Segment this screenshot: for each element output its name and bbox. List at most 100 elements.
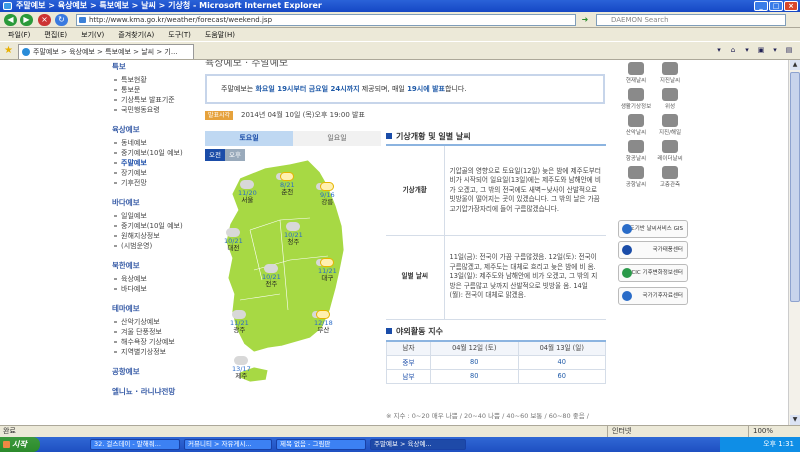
city-weather-marker[interactable]: 13/17 제주	[232, 356, 251, 380]
nav-section-heading[interactable]: 북한예보	[112, 260, 192, 271]
banner-bold-time: 19시에 발표	[407, 85, 446, 93]
city-weather-marker[interactable]: 11/20 서울	[238, 180, 257, 204]
scroll-thumb[interactable]	[790, 72, 800, 302]
quick-link-label: 지진/해일	[658, 130, 682, 136]
print-icon[interactable]: ▣	[756, 45, 766, 56]
nav-item[interactable]: 기상특보 발표기준	[112, 95, 192, 105]
city-weather-marker[interactable]: 8/21 춘천	[280, 172, 295, 196]
quick-link[interactable]: 공항날씨	[620, 166, 652, 188]
banner-text-pre: 주말예보는	[221, 85, 256, 93]
promo-button[interactable]: 지도기반 날씨서비스 GIS Service	[618, 220, 688, 248]
nav-item[interactable]: 지역별기상정보	[112, 347, 192, 357]
city-weather-marker[interactable]: 11/21 대구	[318, 258, 337, 282]
nav-item[interactable]: 동네예보	[112, 138, 192, 148]
quick-link-label: 공항날씨	[625, 182, 647, 188]
nav-section-heading[interactable]: 공항예보	[112, 366, 192, 377]
quick-link[interactable]: 생활기상정보	[620, 88, 652, 110]
nav-item[interactable]: 특보현황	[112, 75, 192, 85]
city-weather-marker[interactable]: 10/21 청주	[284, 222, 303, 246]
back-arrow-icon[interactable]: ◀	[4, 14, 17, 26]
promo-button[interactable]: CCIC 기후변화정보센터	[618, 264, 688, 282]
nav-item[interactable]: 장기예보	[112, 168, 192, 178]
city-weather-marker[interactable]: 11/21 광주	[230, 310, 249, 334]
nav-section-heading[interactable]: 테마예보	[112, 303, 192, 314]
city-weather-marker[interactable]: 9/16 강릉	[320, 182, 335, 206]
promo-button[interactable]: 국가태풍센터	[618, 241, 688, 259]
quick-link[interactable]: 현재날씨	[620, 62, 652, 84]
scroll-up-icon[interactable]: ▲	[790, 60, 800, 70]
quick-link[interactable]: 레이더날씨	[654, 140, 686, 162]
tab-sunday[interactable]: 일요일	[293, 131, 381, 146]
promo-button[interactable]: 국가기후자료센터	[618, 287, 688, 305]
print-dropdown-icon[interactable]: ▾	[770, 45, 780, 56]
taskbar-task-paint[interactable]: 제목 없음 - 그림판	[276, 439, 366, 450]
nav-section-heading[interactable]: 육상예보	[112, 124, 192, 135]
stop-icon[interactable]: ×	[38, 14, 51, 26]
favorites-star-icon[interactable]: ★	[4, 45, 13, 56]
forward-arrow-icon[interactable]: ▶	[20, 14, 33, 26]
menu-view[interactable]: 보기(V)	[81, 30, 104, 40]
nav-item[interactable]: 국민행동요령	[112, 105, 192, 115]
weather-service-icon	[662, 114, 678, 127]
city-weather-marker[interactable]: 10/21 대전	[224, 228, 243, 252]
menu-tools[interactable]: 도구(T)	[168, 30, 191, 40]
tab-current[interactable]: 주말예보 > 육상예보 > 특보예보 > 날씨 > 기...	[18, 44, 194, 59]
refresh-icon[interactable]: ↻	[55, 14, 68, 26]
menu-help[interactable]: 도움말(H)	[205, 30, 235, 40]
quick-link[interactable]: 위성	[654, 88, 686, 110]
nav-item[interactable]: 통보문	[112, 85, 192, 95]
zone-name: 중부	[386, 354, 431, 370]
tab-saturday[interactable]: 토요일	[205, 131, 293, 146]
nav-item[interactable]: 겨울 단풍정보	[112, 327, 192, 337]
taskbar-task-music[interactable]: 32. 걸스데이 - 말해줘...	[90, 439, 180, 450]
search-input[interactable]: DAEMON Search	[596, 14, 786, 26]
index-value: 80	[430, 368, 519, 384]
quick-link[interactable]: 지진/해일	[654, 114, 686, 136]
nav-item[interactable]: 원해지상정보	[112, 231, 192, 241]
quick-link[interactable]: 지진날씨	[654, 62, 686, 84]
window-controls: _ □ ×	[754, 1, 798, 11]
nav-item[interactable]: 중기예보(10일 예보)	[112, 221, 192, 231]
nav-item[interactable]: 중기예보(10일 예보)	[112, 148, 192, 158]
nav-item[interactable]: 해수욕장 기상예보	[112, 337, 192, 347]
address-input[interactable]: http://www.kma.go.kr/weather/forecast/we…	[76, 14, 576, 26]
home-icon[interactable]: ⌂	[728, 45, 738, 56]
nav-section-heading[interactable]: 바다예보	[112, 197, 192, 208]
page-menu-icon[interactable]: ▤	[784, 45, 794, 56]
maximize-button[interactable]: □	[769, 1, 783, 11]
vertical-scrollbar[interactable]: ▲ ▼	[788, 60, 800, 425]
zoom-level[interactable]: 100%	[748, 426, 773, 437]
taskbar-task-ie[interactable]: 주말예보 > 육상예...	[370, 439, 466, 450]
nav-item[interactable]: 일일예보	[112, 211, 192, 221]
status-bar: 완료 인터넷 100%	[0, 425, 800, 437]
start-button[interactable]: 시작	[0, 437, 40, 452]
city-name: 춘천	[281, 188, 294, 196]
taskbar-task-community[interactable]: 커뮤니티 > 자유게시...	[184, 439, 272, 450]
home-dropdown-icon[interactable]: ▾	[714, 45, 724, 56]
nav-item[interactable]: 육상예보	[112, 274, 192, 284]
quick-link[interactable]: 산악날씨	[620, 114, 652, 136]
nav-section-heading[interactable]: 엘니뇨 · 라니냐전망	[112, 386, 192, 397]
menu-file[interactable]: 파일(F)	[8, 30, 30, 40]
window-title: 주말예보 > 육상예보 > 특보예보 > 날씨 > 기상청 - Microsof…	[16, 1, 322, 10]
nav-item[interactable]: 산악기상예보	[112, 317, 192, 327]
ie-logo-icon	[3, 2, 12, 10]
nav-item[interactable]: 주말예보	[112, 158, 192, 168]
minimize-button[interactable]: _	[754, 1, 768, 11]
feeds-dropdown-icon[interactable]: ▾	[742, 45, 752, 56]
nav-item[interactable]: (시범운영)	[112, 241, 192, 251]
quick-link[interactable]: 항공날씨	[620, 140, 652, 162]
promo-logo-icon	[622, 224, 632, 234]
menu-edit[interactable]: 편집(E)	[44, 30, 67, 40]
nav-item[interactable]: 바다예보	[112, 284, 192, 294]
city-weather-marker[interactable]: 12/18 부산	[314, 310, 333, 334]
quick-link[interactable]: 고층관측	[654, 166, 686, 188]
scroll-down-icon[interactable]: ▼	[790, 415, 800, 425]
menu-favorites[interactable]: 즐겨찾기(A)	[118, 30, 154, 40]
close-button[interactable]: ×	[784, 1, 798, 11]
go-arrow-icon[interactable]: ➜	[580, 14, 590, 26]
window-title-bar: 주말예보 > 육상예보 > 특보예보 > 날씨 > 기상청 - Microsof…	[0, 0, 800, 12]
city-weather-marker[interactable]: 10/21 전주	[262, 264, 281, 288]
nav-section-heading[interactable]: 특보	[112, 61, 192, 72]
nav-item[interactable]: 기후전망	[112, 178, 192, 188]
